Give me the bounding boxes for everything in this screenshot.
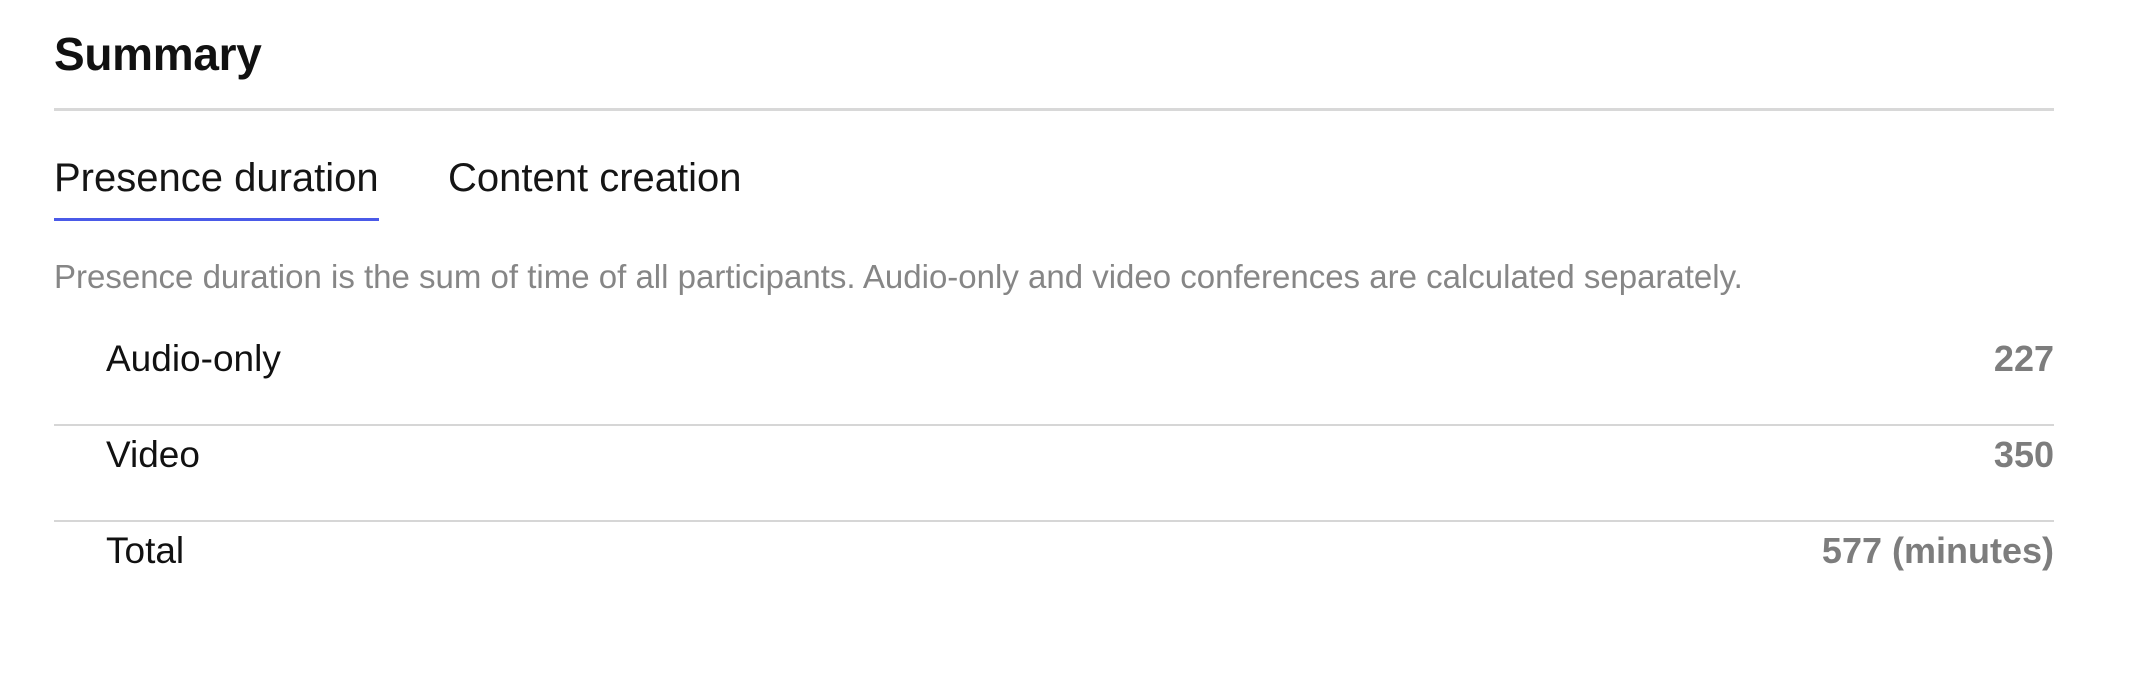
row-label: Total	[106, 530, 185, 571]
row-value: 227	[1993, 338, 2054, 379]
tab-label: Content creation	[448, 156, 742, 200]
list-item-audio-only: Audio-only 227	[54, 330, 2054, 426]
row-value: 350	[1993, 434, 2054, 475]
tab-presence-duration[interactable]: Presence duration	[54, 150, 379, 221]
list-item-video: Video 350	[54, 426, 2054, 522]
row-value: 577 (minutes)	[1821, 530, 2054, 571]
active-tab-indicator	[54, 218, 379, 221]
page-title: Summary	[54, 28, 262, 80]
list-item-total: Total 577 (minutes)	[54, 522, 2054, 618]
row-label: Audio-only	[106, 338, 281, 379]
tab-bar: Presence duration Content creation	[54, 150, 2054, 224]
title-divider	[54, 108, 2054, 111]
tab-content-creation[interactable]: Content creation	[448, 150, 742, 206]
summary-list: Audio-only 227 Video 350 Total 577 (minu…	[54, 330, 2054, 618]
description-text: Presence duration is the sum of time of …	[54, 258, 1743, 295]
row-label: Video	[106, 434, 200, 475]
tab-label: Presence duration	[54, 156, 379, 200]
